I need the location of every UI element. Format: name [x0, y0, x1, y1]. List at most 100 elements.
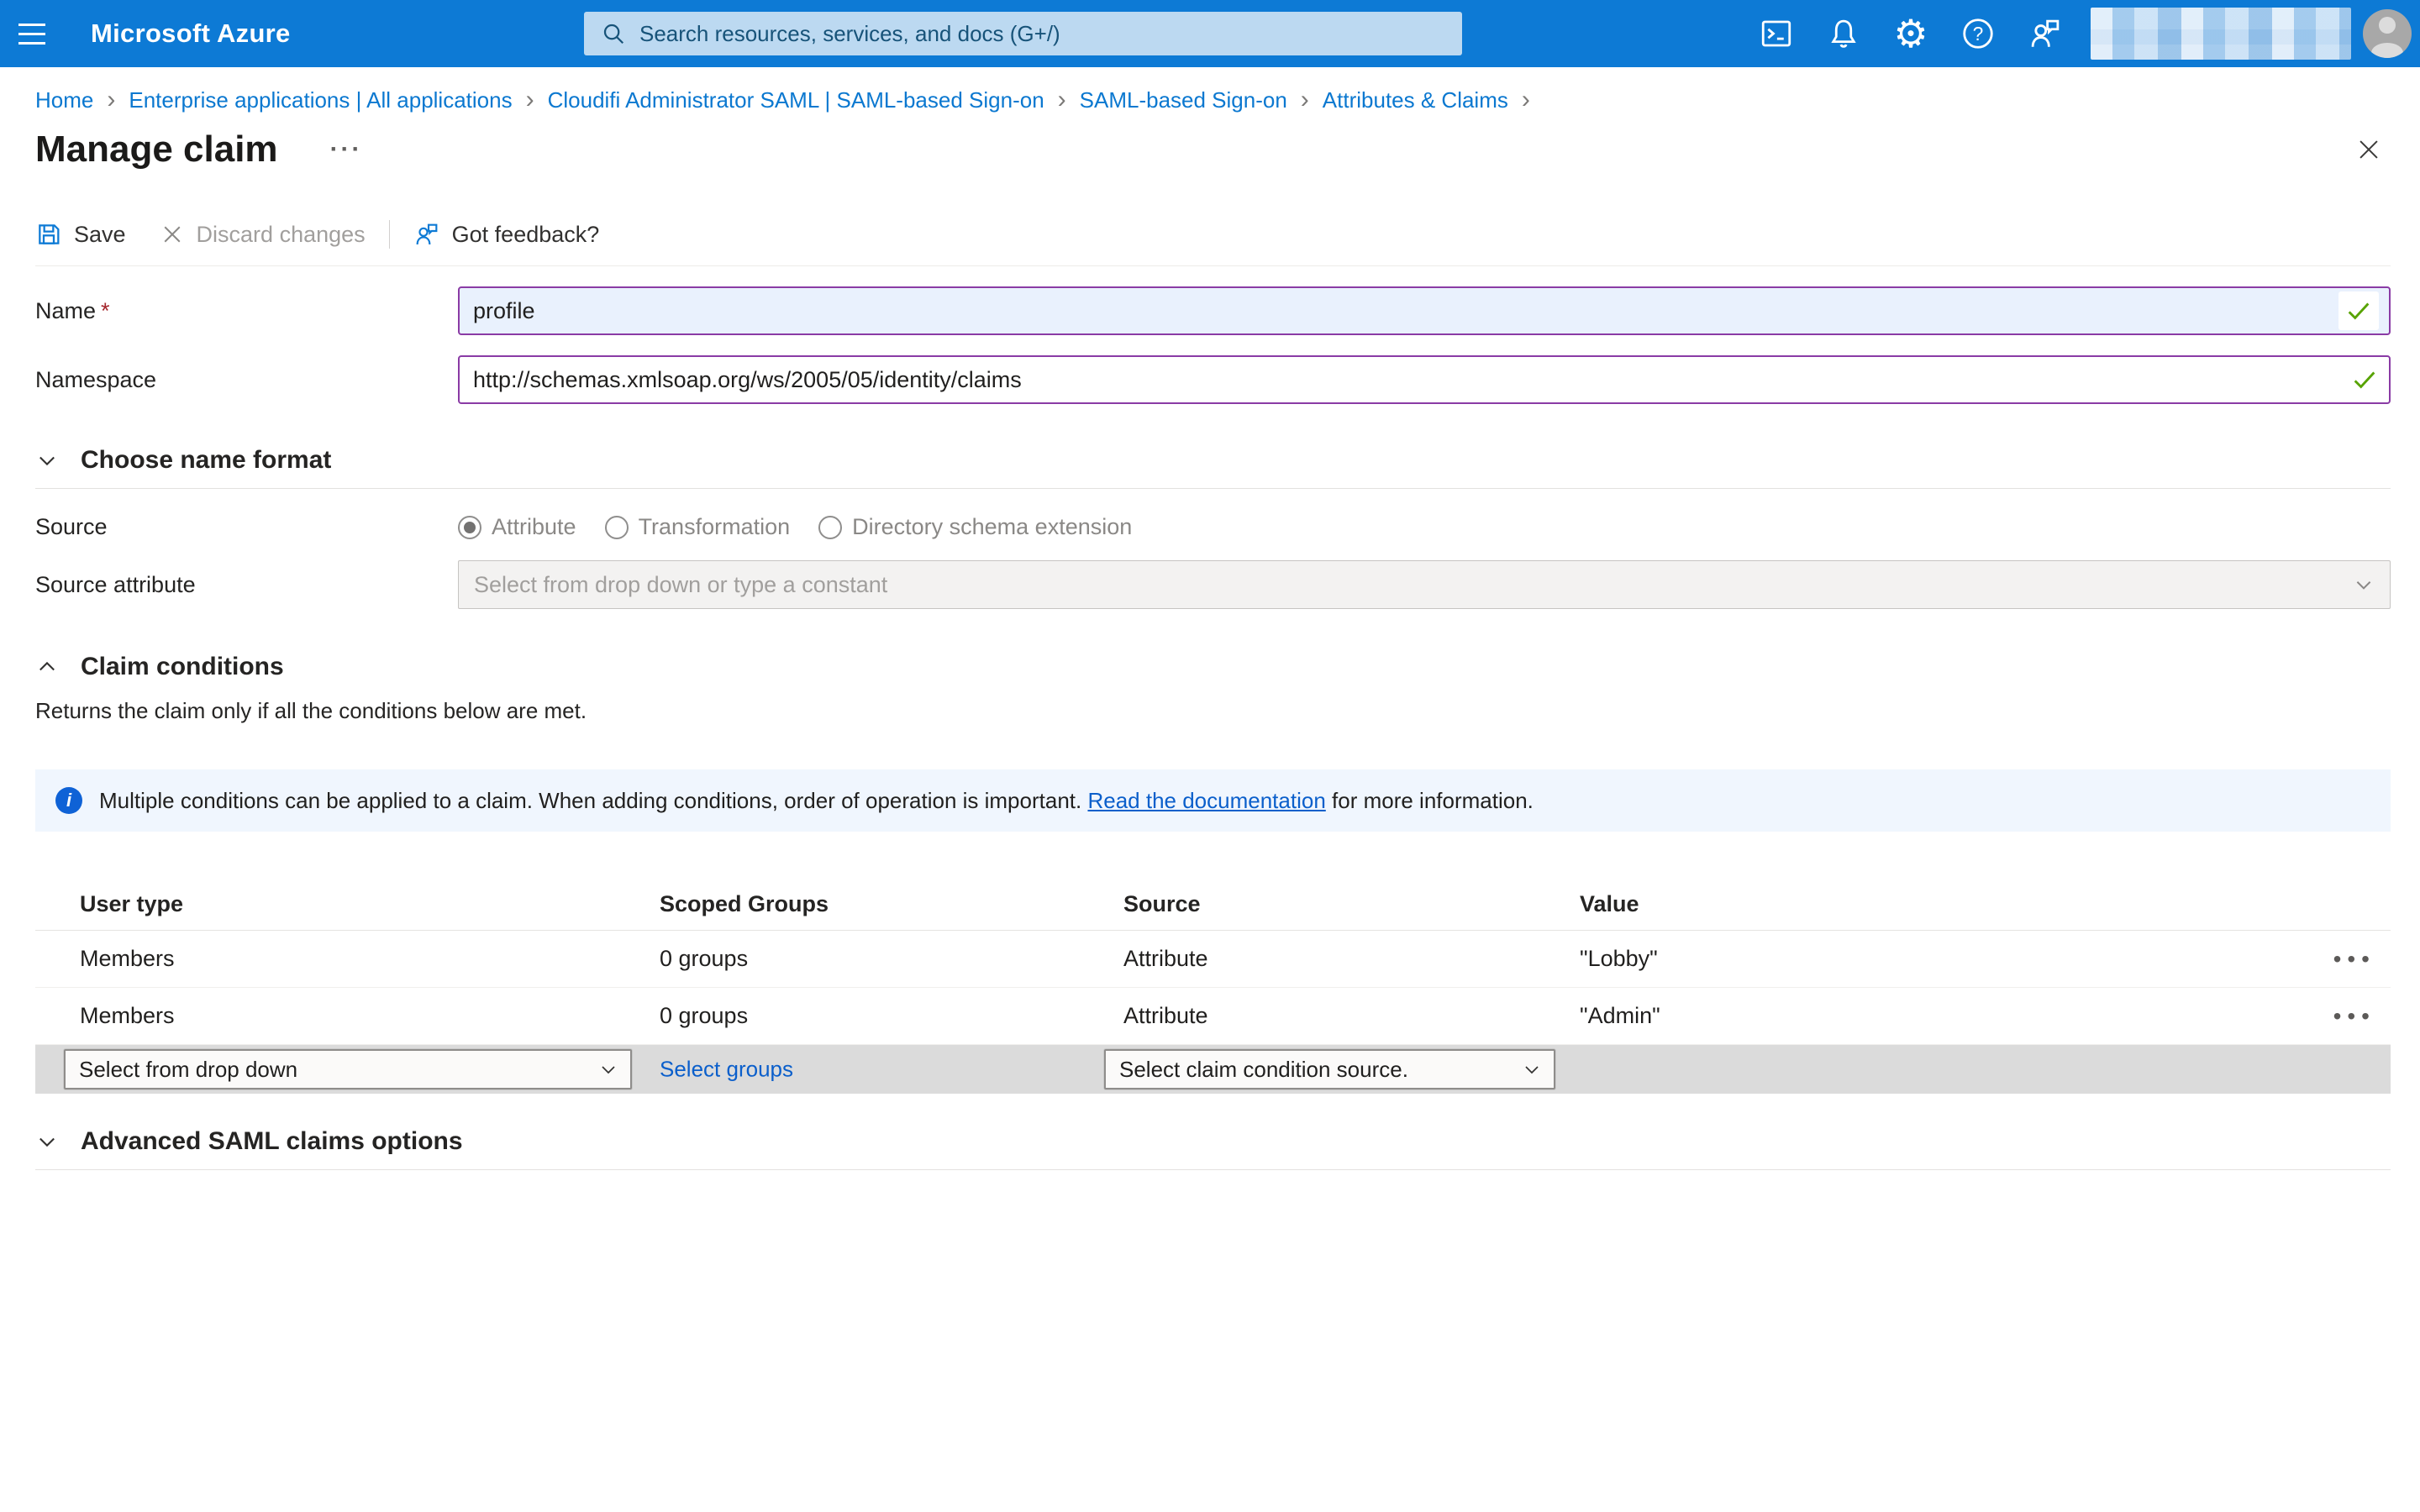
- claim-conditions-section-toggle[interactable]: Claim conditions: [35, 653, 2391, 681]
- source-attribute-placeholder: Select from drop down or type a constant: [474, 572, 887, 598]
- svg-text:?: ?: [1973, 23, 1984, 45]
- source-field-label: Source: [35, 514, 458, 540]
- azure-top-bar: Microsoft Azure Search resources, servic…: [0, 0, 2420, 67]
- select-groups-link[interactable]: Select groups: [660, 1057, 793, 1083]
- namespace-valid-check-icon: [2350, 365, 2379, 394]
- breadcrumb-enterprise-applications[interactable]: Enterprise applications | All applicatio…: [129, 86, 547, 114]
- source-radio-group: Attribute Transformation Directory schem…: [458, 514, 1132, 540]
- new-condition-row: Select from drop down Select groups Sele…: [35, 1045, 2391, 1094]
- namespace-input[interactable]: http://schemas.xmlsoap.org/ws/2005/05/id…: [458, 355, 2391, 404]
- cloud-shell-button[interactable]: [1743, 0, 1810, 67]
- chevron-down-icon: [2353, 574, 2375, 596]
- name-field-label: Name*: [35, 298, 458, 324]
- cell-scoped-groups: 0 groups: [660, 1003, 1123, 1029]
- save-button[interactable]: Save: [35, 221, 126, 248]
- hamburger-menu-icon[interactable]: [0, 0, 64, 67]
- close-button[interactable]: [2347, 128, 2391, 171]
- row-more-button[interactable]: [2333, 946, 2391, 973]
- radio-transformation[interactable]: Transformation: [605, 514, 791, 540]
- advanced-saml-options-label: Advanced SAML claims options: [81, 1127, 463, 1156]
- source-attribute-dropdown[interactable]: Select from drop down or type a constant: [458, 560, 2391, 609]
- info-icon: i: [55, 787, 82, 814]
- chevron-down-icon: [35, 449, 59, 472]
- cell-source: Attribute: [1123, 1003, 1580, 1029]
- choose-name-format-label: Choose name format: [81, 446, 331, 475]
- table-row: Members 0 groups Attribute "Lobby": [35, 931, 2391, 988]
- toolbar-divider: [389, 220, 390, 249]
- feedback-button[interactable]: [2012, 0, 2079, 67]
- advanced-saml-options-toggle[interactable]: Advanced SAML claims options: [35, 1127, 2391, 1156]
- search-placeholder: Search resources, services, and docs (G+…: [639, 21, 1060, 47]
- name-value: profile: [473, 298, 2338, 324]
- required-asterisk: *: [101, 298, 110, 323]
- namespace-value: http://schemas.xmlsoap.org/ws/2005/05/id…: [473, 367, 2350, 393]
- cell-user-type: Members: [35, 1003, 660, 1029]
- user-type-select[interactable]: Select from drop down: [64, 1049, 632, 1089]
- breadcrumb: Home Enterprise applications | All appli…: [35, 67, 2391, 114]
- claim-conditions-description: Returns the claim only if all the condit…: [35, 698, 2391, 724]
- close-icon: [2354, 135, 2383, 164]
- help-button[interactable]: ?: [1944, 0, 2012, 67]
- breadcrumb-attributes-claims[interactable]: Attributes & Claims: [1323, 86, 1544, 114]
- namespace-field-label: Namespace: [35, 367, 458, 393]
- claim-conditions-label: Claim conditions: [81, 653, 284, 681]
- account-info-redacted[interactable]: [2091, 8, 2351, 60]
- save-icon: [35, 221, 62, 248]
- avatar[interactable]: [2363, 9, 2412, 58]
- divider: [35, 1169, 2391, 1170]
- cell-user-type: Members: [35, 946, 660, 972]
- radio-selected-icon: [458, 516, 481, 539]
- cell-value: "Lobby": [1580, 946, 2298, 972]
- discard-label: Discard changes: [197, 222, 366, 248]
- col-header-scoped-groups: Scoped Groups: [660, 891, 1123, 917]
- chevron-up-icon: [35, 655, 59, 679]
- cell-scoped-groups: 0 groups: [660, 946, 1123, 972]
- cell-value: "Admin": [1580, 1003, 2298, 1029]
- more-options-icon[interactable]: [330, 135, 363, 164]
- radio-unselected-icon: [818, 516, 842, 539]
- table-row: Members 0 groups Attribute "Admin": [35, 988, 2391, 1045]
- source-attribute-label: Source attribute: [35, 572, 458, 598]
- cell-source: Attribute: [1123, 946, 1580, 972]
- chevron-down-icon: [1522, 1059, 1542, 1079]
- chevron-down-icon: [598, 1059, 618, 1079]
- table-header-row: User type Scoped Groups Source Value: [35, 879, 2391, 931]
- breadcrumb-home[interactable]: Home: [35, 86, 129, 114]
- col-header-value: Value: [1580, 891, 2298, 917]
- claim-condition-source-select[interactable]: Select claim condition source.: [1104, 1049, 1555, 1089]
- breadcrumb-saml-based-signon[interactable]: SAML-based Sign-on: [1080, 86, 1323, 114]
- choose-name-format-section-toggle[interactable]: Choose name format: [35, 446, 2391, 475]
- feedback-label: Got feedback?: [452, 222, 600, 248]
- gear-icon: ⚙: [1893, 14, 1928, 53]
- banner-text-after: for more information.: [1332, 788, 1534, 813]
- cloud-shell-icon: [1759, 16, 1794, 51]
- info-banner: i Multiple conditions can be applied to …: [35, 769, 2391, 832]
- row-more-button[interactable]: [2333, 1003, 2391, 1030]
- feedback-person-icon: [2028, 16, 2063, 51]
- bell-icon: [1826, 16, 1861, 51]
- page-title: Manage claim: [35, 129, 278, 171]
- command-bar: Save Discard changes Got feedback?: [35, 220, 2391, 266]
- claim-conditions-table: User type Scoped Groups Source Value Mem…: [35, 879, 2391, 1094]
- global-search-input[interactable]: Search resources, services, and docs (G+…: [584, 12, 1462, 55]
- divider: [35, 488, 2391, 489]
- radio-directory-schema-extension[interactable]: Directory schema extension: [818, 514, 1132, 540]
- chevron-down-icon: [35, 1130, 59, 1153]
- radio-unselected-icon: [605, 516, 629, 539]
- discard-changes-button[interactable]: Discard changes: [160, 222, 366, 248]
- search-icon: [601, 21, 626, 46]
- help-icon: ?: [1960, 16, 1996, 51]
- save-label: Save: [74, 222, 126, 248]
- col-header-source: Source: [1123, 891, 1580, 917]
- claim-condition-source-placeholder: Select claim condition source.: [1119, 1057, 1408, 1083]
- read-documentation-link[interactable]: Read the documentation: [1087, 788, 1325, 813]
- name-input[interactable]: profile: [458, 286, 2391, 335]
- radio-attribute[interactable]: Attribute: [458, 514, 576, 540]
- name-valid-check-icon: [2338, 291, 2379, 330]
- notifications-button[interactable]: [1810, 0, 1877, 67]
- got-feedback-button[interactable]: Got feedback?: [413, 221, 600, 248]
- user-type-select-placeholder: Select from drop down: [79, 1057, 297, 1083]
- settings-button[interactable]: ⚙: [1877, 0, 1944, 67]
- breadcrumb-app-saml-signon[interactable]: Cloudifi Administrator SAML | SAML-based…: [548, 86, 1080, 114]
- product-title: Microsoft Azure: [91, 18, 291, 49]
